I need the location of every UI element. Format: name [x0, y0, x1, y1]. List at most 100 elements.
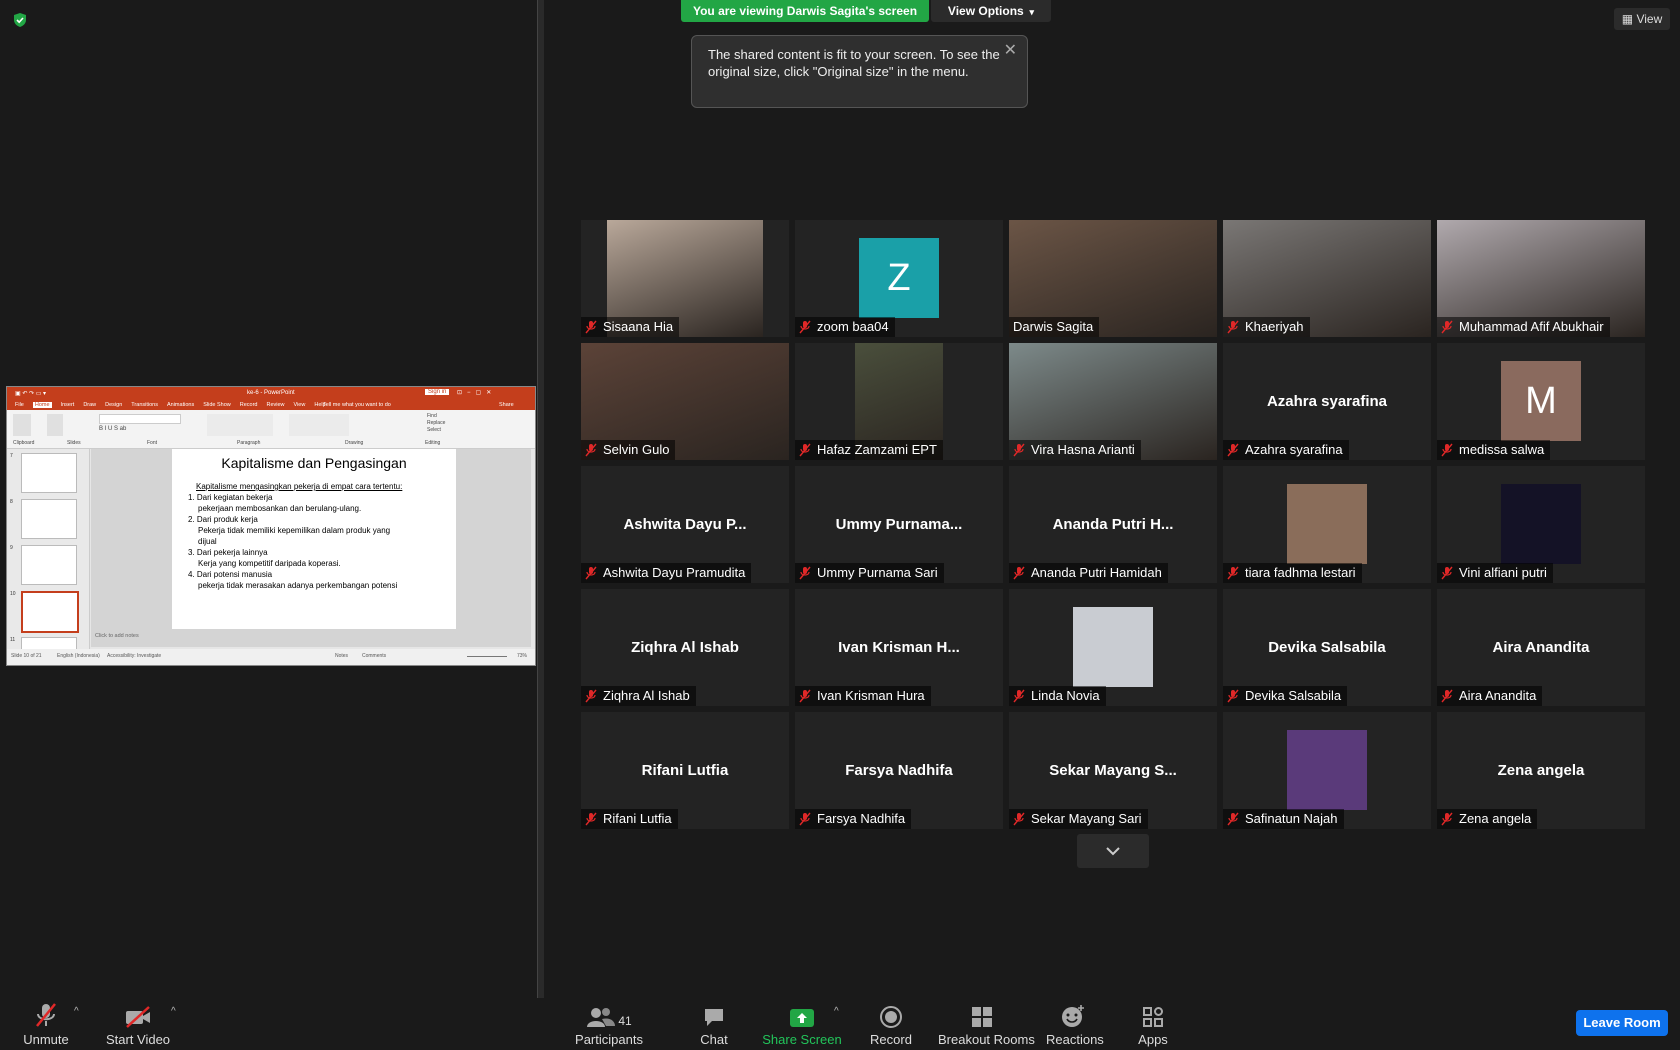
- font-selector[interactable]: [99, 414, 181, 424]
- participant-profile-photo: [1073, 607, 1153, 687]
- ppt-tab[interactable]: Design: [105, 402, 122, 408]
- ppt-tab[interactable]: View: [294, 402, 306, 408]
- video-options-caret[interactable]: ^: [171, 1006, 176, 1017]
- participant-tile[interactable]: Ummy Purnama... Ummy Purnama Sari: [795, 466, 1003, 583]
- ribbon-group-label: Paragraph: [237, 440, 261, 446]
- chat-button[interactable]: Chat: [694, 998, 734, 1050]
- slide-thumbnail[interactable]: [21, 499, 77, 539]
- participant-tile[interactable]: Selvin Gulo: [581, 343, 789, 460]
- editing-controls[interactable]: Find Replace Select: [427, 413, 445, 434]
- notes-toggle[interactable]: Notes: [335, 653, 348, 659]
- font-format-buttons[interactable]: B I U S ab: [99, 426, 126, 432]
- language-status: English (Indonesia): [57, 653, 100, 659]
- ppt-tab[interactable]: Insert: [61, 402, 75, 408]
- muted-mic-icon: [799, 812, 811, 826]
- view-layout-button[interactable]: ▦ View: [1614, 8, 1670, 30]
- notes-placeholder[interactable]: Click to add notes: [95, 633, 139, 639]
- ppt-title: ke-6 - PowerPoint: [247, 390, 295, 396]
- participant-tile[interactable]: Hafaz Zamzami EPT: [795, 343, 1003, 460]
- new-slide-icon[interactable]: [47, 414, 63, 436]
- accessibility-status[interactable]: Accessibility: Investigate: [107, 653, 161, 659]
- participant-name: Selvin Gulo: [603, 442, 670, 457]
- audio-options-caret[interactable]: ^: [74, 1006, 79, 1017]
- current-slide[interactable]: Kapitalisme dan Pengasingan Kapitalisme …: [172, 449, 456, 629]
- participant-tile[interactable]: Darwis Sagita: [1009, 220, 1217, 337]
- comments-toggle[interactable]: Comments: [362, 653, 386, 659]
- participant-tile[interactable]: Ivan Krisman H... Ivan Krisman Hura: [795, 589, 1003, 706]
- reactions-button[interactable]: Reactions: [1046, 998, 1104, 1050]
- ppt-tell-me[interactable]: Tell me what you want to do: [323, 402, 391, 408]
- ppt-tab[interactable]: Home: [32, 402, 52, 408]
- zoom-level[interactable]: 73%: [517, 653, 527, 659]
- participant-tile[interactable]: Mmedissa salwa: [1437, 343, 1645, 460]
- share-screen-button[interactable]: Share Screen: [762, 998, 842, 1050]
- participant-name: medissa salwa: [1459, 442, 1545, 457]
- participant-tile[interactable]: Ananda Putri H... Ananda Putri Hamidah: [1009, 466, 1217, 583]
- participant-tile[interactable]: Khaeriyah: [1223, 220, 1431, 337]
- participant-tile[interactable]: Sisaana Hia: [581, 220, 789, 337]
- ppt-tab[interactable]: Transitions: [131, 402, 158, 408]
- start-video-label: Start Video: [105, 1032, 171, 1047]
- paste-icon[interactable]: [13, 414, 31, 436]
- ppt-tab[interactable]: Review: [266, 402, 284, 408]
- encryption-shield-icon[interactable]: [12, 12, 28, 28]
- zoom-slider[interactable]: [467, 656, 507, 657]
- participant-tile[interactable]: Linda Novia: [1009, 589, 1217, 706]
- slide-thumbnail[interactable]: [21, 591, 79, 633]
- breakout-rooms-button[interactable]: Breakout Rooms: [938, 998, 1035, 1050]
- ppt-sign-in-button[interactable]: Sign in: [425, 389, 450, 395]
- split-divider[interactable]: [537, 0, 544, 998]
- participant-tile[interactable]: Devika Salsabila Devika Salsabila: [1223, 589, 1431, 706]
- participant-tile[interactable]: Azahra syarafina Azahra syarafina: [1223, 343, 1431, 460]
- participant-tile[interactable]: Ziqhra Al Ishab Ziqhra Al Ishab: [581, 589, 789, 706]
- shapes-gallery[interactable]: [289, 414, 349, 436]
- unmute-button[interactable]: Unmute: [16, 998, 76, 1050]
- slide-thumbnail[interactable]: [21, 545, 77, 585]
- slide-thumbnail[interactable]: [21, 453, 77, 493]
- participant-tile[interactable]: Rifani Lutfia Rifani Lutfia: [581, 712, 789, 829]
- participant-tile[interactable]: Vira Hasna Arianti: [1009, 343, 1217, 460]
- muted-mic-icon: [1227, 320, 1239, 334]
- participant-tile[interactable]: Vini alfiani putri: [1437, 466, 1645, 583]
- participant-name: Ananda Putri Hamidah: [1031, 565, 1162, 580]
- participant-tile[interactable]: tiara fadhma lestari: [1223, 466, 1431, 583]
- start-video-button[interactable]: Start Video: [104, 998, 172, 1050]
- ppt-window-controls[interactable]: ⊡ − ▢ ✕: [457, 389, 491, 396]
- participant-name-label: Selvin Gulo: [581, 440, 676, 460]
- ppt-tab[interactable]: Record: [240, 402, 258, 408]
- slide-bullet: 2. Dari produk kerja: [188, 515, 258, 524]
- participant-count: 41: [618, 1014, 632, 1028]
- participant-tile[interactable]: Ashwita Dayu P... Ashwita Dayu Pramudita: [581, 466, 789, 583]
- participant-tile[interactable]: Aira Anandita Aira Anandita: [1437, 589, 1645, 706]
- participant-tile[interactable]: Muhammad Afif Abukhair: [1437, 220, 1645, 337]
- ppt-tab[interactable]: Animations: [167, 402, 194, 408]
- ribbon-group-label: Editing: [425, 440, 441, 446]
- muted-mic-icon: [585, 812, 597, 826]
- participant-name: Ivan Krisman Hura: [817, 688, 925, 703]
- ribbon-group-label: Clipboard: [13, 440, 35, 446]
- more-participants-button[interactable]: [1077, 834, 1149, 868]
- ppt-tab[interactable]: File: [15, 402, 24, 408]
- participants-button[interactable]: 41 Participants: [574, 998, 644, 1050]
- participant-tile[interactable]: Farsya Nadhifa Farsya Nadhifa: [795, 712, 1003, 829]
- ppt-share-button[interactable]: Share: [499, 402, 514, 408]
- muted-mic-icon: [1227, 812, 1239, 826]
- participant-tile[interactable]: Zena angela Zena angela: [1437, 712, 1645, 829]
- reactions-icon: [1062, 1005, 1084, 1027]
- participant-tile[interactable]: Safinatun Najah: [1223, 712, 1431, 829]
- view-layout-label: View: [1636, 12, 1663, 26]
- ppt-tab[interactable]: Slide Show: [203, 402, 231, 408]
- muted-mic-icon: [585, 566, 597, 580]
- record-button[interactable]: Record: [866, 998, 916, 1050]
- muted-mic-icon: [799, 443, 811, 457]
- paragraph-controls[interactable]: [207, 414, 273, 436]
- participant-tile[interactable]: Sekar Mayang S... Sekar Mayang Sari: [1009, 712, 1217, 829]
- view-options-button[interactable]: View Options ▾: [931, 0, 1051, 22]
- participant-tile[interactable]: Zzoom baa04: [795, 220, 1003, 337]
- ppt-tab[interactable]: Draw: [83, 402, 96, 408]
- leave-room-button[interactable]: Leave Room: [1576, 1010, 1668, 1036]
- close-icon[interactable]: ✕: [1004, 42, 1017, 59]
- participant-name-label: zoom baa04: [795, 317, 895, 337]
- share-options-caret[interactable]: ^: [834, 1006, 839, 1017]
- apps-button[interactable]: Apps: [1136, 998, 1170, 1050]
